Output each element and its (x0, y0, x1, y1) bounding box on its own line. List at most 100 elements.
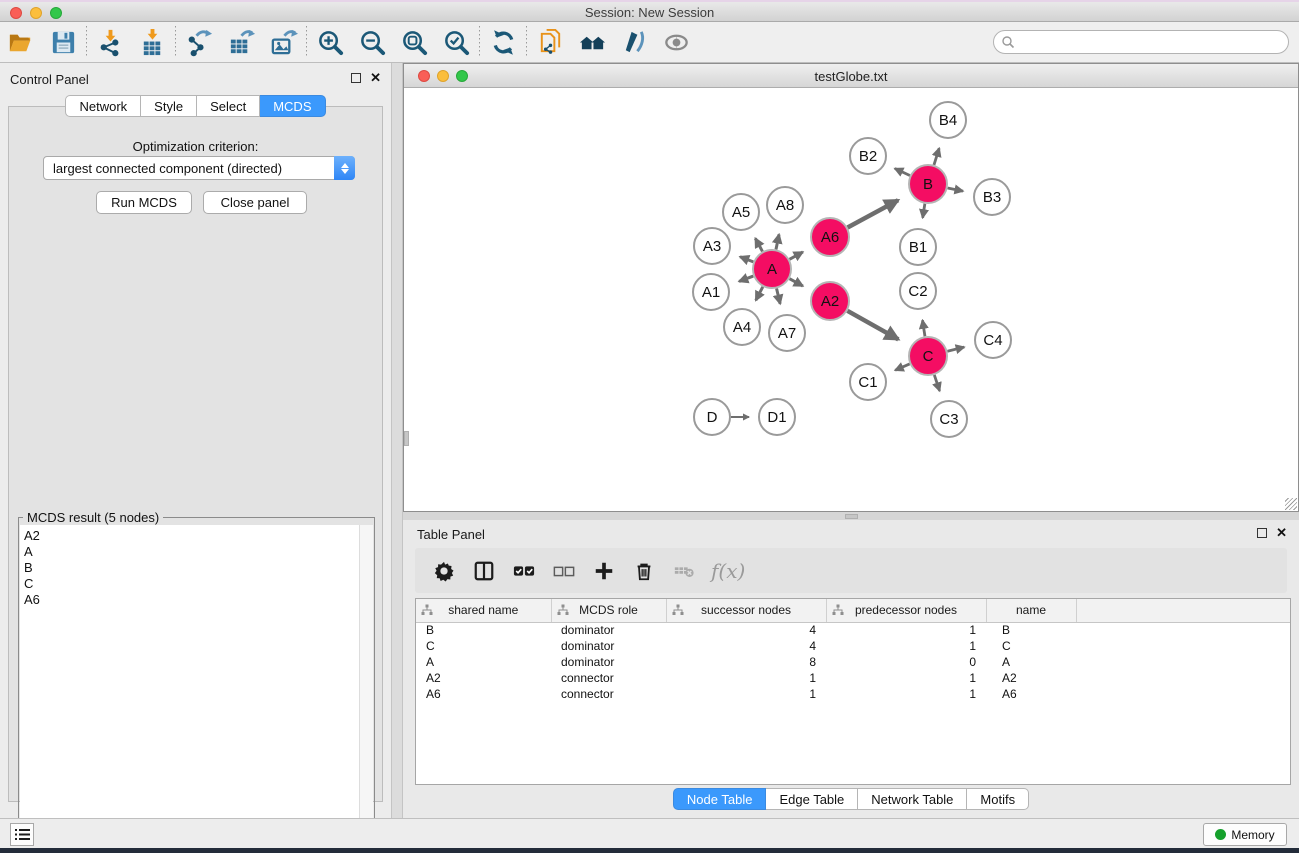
node-B3[interactable]: B3 (974, 179, 1010, 215)
node-C3[interactable]: C3 (931, 401, 967, 437)
edge-A-A3[interactable] (740, 257, 753, 262)
edge-C-C3[interactable] (934, 375, 939, 391)
new-network-from-selection-icon[interactable] (529, 25, 571, 59)
memory-button[interactable]: Memory (1203, 823, 1287, 846)
edge-A6-B[interactable] (848, 200, 899, 227)
import-table-icon[interactable] (131, 25, 173, 59)
show-hide-view-icon[interactable] (655, 25, 697, 59)
export-table-icon[interactable] (220, 25, 262, 59)
node-C1[interactable]: C1 (850, 364, 886, 400)
table-cell[interactable]: dominator (551, 638, 666, 654)
node-D1[interactable]: D1 (759, 399, 795, 435)
home-pages-icon[interactable] (571, 25, 613, 59)
table-settings-gear-icon[interactable] (431, 558, 457, 584)
edge-B-B3[interactable] (948, 188, 963, 191)
table-cell[interactable]: connector (551, 686, 666, 702)
zoom-in-icon[interactable] (309, 25, 351, 59)
import-network-icon[interactable] (89, 25, 131, 59)
tab-mcds[interactable]: MCDS (260, 95, 325, 117)
mcds-result-item[interactable]: B (24, 560, 359, 576)
table-cell[interactable]: dominator (551, 654, 666, 670)
node-B2[interactable]: B2 (850, 138, 886, 174)
table-tab-motifs[interactable]: Motifs (967, 788, 1029, 810)
node-A8[interactable]: A8 (767, 187, 803, 223)
table-cell[interactable]: 1 (826, 670, 986, 686)
table-cell[interactable]: 4 (666, 622, 826, 638)
toolbar-search-field[interactable] (993, 30, 1289, 54)
table-cell[interactable]: A6 (986, 686, 1076, 702)
column-header-shared-name[interactable]: shared name (416, 599, 551, 622)
close-panel-button[interactable]: Close panel (203, 191, 307, 214)
edge-A-A7[interactable] (777, 288, 781, 303)
create-new-column-icon[interactable] (591, 558, 617, 584)
search-input[interactable] (1015, 33, 1288, 51)
edge-C-C4[interactable] (947, 347, 964, 351)
table-cell[interactable]: C (416, 638, 551, 654)
node-C4[interactable]: C4 (975, 322, 1011, 358)
node-B4[interactable]: B4 (930, 102, 966, 138)
save-session-icon[interactable] (42, 25, 84, 59)
edge-C-C2[interactable] (923, 320, 925, 336)
select-all-columns-icon[interactable] (511, 558, 537, 584)
network-resize-grip[interactable] (1285, 498, 1297, 510)
table-cell[interactable]: A2 (416, 670, 551, 686)
tab-network[interactable]: Network (65, 95, 141, 117)
function-builder-icon[interactable]: f(x) (711, 559, 745, 583)
table-cell[interactable]: C (986, 638, 1076, 654)
node-A1[interactable]: A1 (693, 274, 729, 310)
export-network-icon[interactable] (178, 25, 220, 59)
table-cell[interactable]: 1 (826, 622, 986, 638)
criterion-dropdown[interactable]: largest connected component (directed) (43, 156, 355, 180)
deselect-all-columns-icon[interactable] (551, 558, 577, 584)
zoom-selected-region-icon[interactable] (435, 25, 477, 59)
table-cell[interactable]: 4 (666, 638, 826, 654)
edge-C-C1[interactable] (895, 364, 909, 370)
delete-table-icon[interactable] (671, 558, 697, 584)
mcds-result-item[interactable]: A2 (24, 528, 359, 544)
node-B[interactable]: B (909, 165, 947, 203)
mcds-result-item[interactable]: A6 (24, 592, 359, 608)
open-session-icon[interactable] (0, 25, 42, 59)
zoom-out-icon[interactable] (351, 25, 393, 59)
node-C2[interactable]: C2 (900, 273, 936, 309)
mcds-result-item[interactable]: A (24, 544, 359, 560)
table-cell[interactable]: 1 (666, 670, 826, 686)
table-row[interactable]: A2connector11A2 (416, 670, 1290, 686)
edge-A-A1[interactable] (739, 276, 753, 281)
table-cell[interactable]: 1 (826, 638, 986, 654)
table-row[interactable]: A6connector11A6 (416, 686, 1290, 702)
network-window-titlebar[interactable]: testGlobe.txt (404, 64, 1298, 88)
toggle-panel-columns-icon[interactable] (471, 558, 497, 584)
task-history-button[interactable] (10, 823, 34, 846)
table-cell[interactable]: 8 (666, 654, 826, 670)
mcds-result-item[interactable]: C (24, 576, 359, 592)
column-header-mcds-role[interactable]: MCDS role (551, 599, 666, 622)
edge-A-A4[interactable] (756, 287, 763, 301)
delete-columns-icon[interactable] (631, 558, 657, 584)
table-cell[interactable]: connector (551, 670, 666, 686)
table-tab-network-table[interactable]: Network Table (858, 788, 967, 810)
table-cell[interactable]: A6 (416, 686, 551, 702)
node-A6[interactable]: A6 (811, 218, 849, 256)
tab-select[interactable]: Select (197, 95, 260, 117)
close-panel-icon[interactable]: ✕ (370, 73, 381, 83)
table-float-panel-icon[interactable] (1257, 528, 1267, 538)
edge-B-B4[interactable] (934, 148, 939, 165)
panel-divider[interactable] (391, 63, 403, 818)
edge-A-A6[interactable] (790, 252, 803, 259)
column-header-predecessor-nodes[interactable]: predecessor nodes (826, 599, 986, 622)
column-header-successor-nodes[interactable]: successor nodes (666, 599, 826, 622)
node-A2[interactable]: A2 (811, 282, 849, 320)
edge-A-A2[interactable] (790, 279, 803, 286)
float-panel-icon[interactable] (351, 73, 361, 83)
node-D[interactable]: D (694, 399, 730, 435)
edge-A-A8[interactable] (776, 234, 779, 249)
table-cell[interactable]: B (416, 622, 551, 638)
table-cell[interactable]: B (986, 622, 1076, 638)
edge-A2-C[interactable] (847, 311, 898, 340)
edge-B-B1[interactable] (923, 204, 925, 218)
node-A3[interactable]: A3 (694, 228, 730, 264)
toggle-graphics-details-icon[interactable] (613, 25, 655, 59)
node-A4[interactable]: A4 (724, 309, 760, 345)
tab-style[interactable]: Style (141, 95, 197, 117)
